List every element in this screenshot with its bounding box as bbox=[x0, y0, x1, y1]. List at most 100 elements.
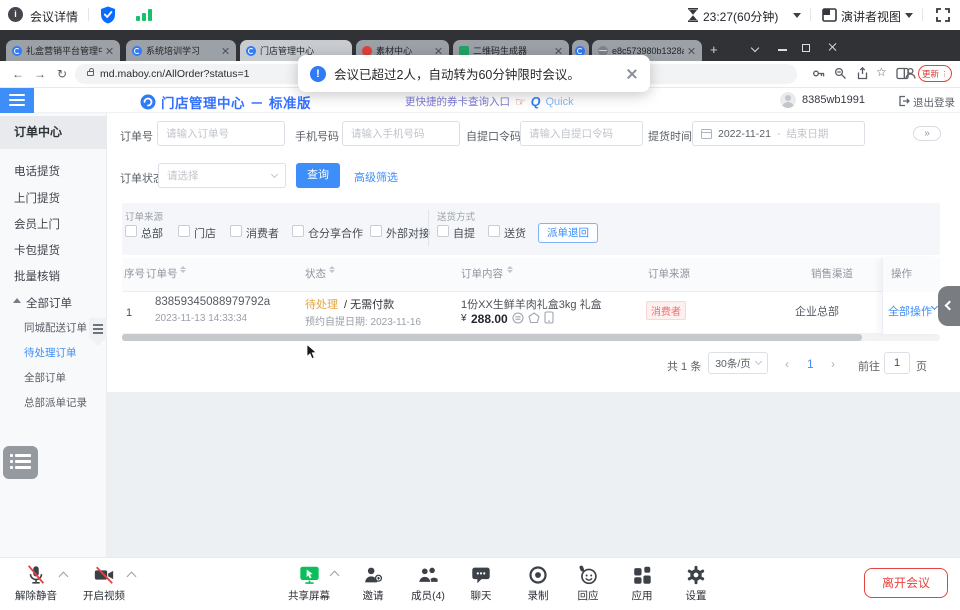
sidebar-item-hq-dispatch-log[interactable]: 总部派单记录 bbox=[24, 395, 87, 410]
checkbox-consumer-label[interactable]: 消费者 bbox=[246, 225, 279, 241]
col-status[interactable]: 状态 bbox=[305, 266, 326, 281]
sidebar-item-card-pickup[interactable]: 卡包提货 bbox=[14, 242, 60, 258]
tab-close-icon[interactable] bbox=[222, 47, 230, 55]
view-layout-icon[interactable] bbox=[822, 8, 837, 22]
reload-icon[interactable]: ↻ bbox=[57, 67, 67, 81]
lock-icon[interactable] bbox=[87, 71, 94, 76]
sidebar-group-all-orders[interactable]: 全部订单 bbox=[26, 295, 72, 311]
meeting-timer[interactable]: 23:27(60分钟) bbox=[703, 8, 778, 25]
network-signal-icon[interactable] bbox=[136, 8, 156, 21]
sidebar-item-pending-orders[interactable]: 待处理订单 bbox=[24, 345, 77, 360]
checkbox-delivery-label[interactable]: 送货 bbox=[504, 225, 526, 241]
pickup-code-input[interactable] bbox=[520, 121, 643, 146]
advanced-filter-link[interactable]: 高级筛选 bbox=[354, 169, 398, 185]
tab-close-icon[interactable] bbox=[106, 47, 114, 55]
tab-search-icon[interactable] bbox=[751, 44, 759, 52]
checkbox-delivery[interactable] bbox=[488, 225, 500, 237]
tab-close-icon[interactable] bbox=[555, 47, 563, 55]
quick-link-text[interactable]: 更快捷的券卡查询入口 bbox=[405, 94, 510, 109]
timer-dropdown-icon[interactable] bbox=[793, 13, 801, 18]
dispatch-return-button[interactable]: 派单退回 bbox=[538, 223, 598, 243]
toast-close-icon[interactable] bbox=[626, 68, 638, 80]
chat-button[interactable]: 聊天 bbox=[451, 563, 511, 603]
browser-tab-1[interactable]: 礼盒营销平台管理中心 bbox=[6, 40, 120, 61]
checkbox-warehouse-share-label[interactable]: 仓分享合作 bbox=[308, 225, 363, 241]
checkbox-self-pickup[interactable] bbox=[437, 225, 449, 237]
password-key-icon[interactable] bbox=[812, 67, 825, 80]
col-order-no[interactable]: 订单号 bbox=[146, 266, 178, 281]
table-scrollbar[interactable] bbox=[122, 334, 940, 341]
url-text[interactable]: md.maboy.cn/AllOrder?status=1 bbox=[100, 68, 250, 80]
view-dropdown-icon[interactable] bbox=[905, 13, 913, 18]
checkbox-consumer[interactable] bbox=[230, 225, 242, 237]
sidebar-item-batch-verify[interactable]: 批量核销 bbox=[14, 268, 60, 284]
profile-icon[interactable] bbox=[904, 67, 917, 80]
checkbox-external[interactable] bbox=[370, 225, 382, 237]
window-minimize-icon[interactable] bbox=[778, 49, 787, 51]
search-button[interactable]: 查询 bbox=[296, 163, 340, 188]
row-action-dropdown[interactable]: 全部操作 bbox=[888, 303, 932, 319]
settings-button[interactable]: 设置 bbox=[666, 563, 726, 603]
scrollbar-thumb[interactable] bbox=[122, 334, 862, 341]
share-screen-button[interactable]: 共享屏幕 bbox=[279, 563, 339, 603]
goto-page-input[interactable] bbox=[884, 352, 910, 374]
sort-icon[interactable] bbox=[507, 266, 513, 273]
security-shield-icon[interactable] bbox=[100, 6, 116, 24]
checkbox-store-label[interactable]: 门店 bbox=[194, 225, 216, 241]
sidebar-item-phone-pickup[interactable]: 电话提货 bbox=[14, 163, 60, 179]
quick-entry[interactable]: 更快捷的券卡查询入口 ☞ Q Quick bbox=[405, 94, 574, 109]
zoom-icon[interactable] bbox=[834, 67, 847, 80]
receipt-icon[interactable] bbox=[512, 312, 524, 324]
sidebar-item-door-pickup[interactable]: 上门提货 bbox=[14, 190, 60, 206]
checkbox-external-label[interactable]: 外部对接 bbox=[386, 225, 430, 241]
col-content[interactable]: 订单内容 bbox=[461, 266, 503, 281]
order-status-select[interactable]: 请选择 bbox=[158, 163, 286, 188]
forward-icon[interactable]: → bbox=[34, 67, 46, 81]
group-expand-icon[interactable] bbox=[13, 298, 21, 303]
logout-label[interactable]: 退出登录 bbox=[913, 95, 955, 110]
menu-toggle-button[interactable] bbox=[0, 88, 34, 113]
video-button[interactable]: 开启视频 bbox=[74, 563, 134, 603]
sort-icon[interactable] bbox=[329, 266, 335, 273]
sidebar-item-all-orders[interactable]: 全部订单 bbox=[24, 370, 66, 385]
meeting-info-icon[interactable]: i bbox=[8, 7, 23, 22]
tab-close-icon[interactable] bbox=[688, 47, 696, 55]
browser-update-button[interactable]: 更新 ⋮ bbox=[918, 65, 952, 82]
sidebar-item-member-visit[interactable]: 会员上门 bbox=[14, 216, 60, 232]
date-range-picker[interactable]: 2022-11-21 - 结束日期 bbox=[692, 121, 865, 146]
window-close-icon[interactable] bbox=[828, 42, 837, 51]
sidebar-section-order-center[interactable]: 订单中心 bbox=[0, 116, 107, 149]
checkbox-warehouse-share[interactable] bbox=[292, 225, 304, 237]
phone-icon[interactable] bbox=[544, 311, 554, 324]
new-tab-icon[interactable]: + bbox=[710, 42, 718, 57]
meeting-detail-label[interactable]: 会议详情 bbox=[30, 8, 78, 25]
current-page[interactable]: 1 bbox=[807, 357, 814, 371]
checkbox-hq[interactable] bbox=[125, 225, 137, 237]
logout-icon[interactable] bbox=[898, 95, 910, 107]
mute-button[interactable]: 解除静音 bbox=[6, 563, 66, 603]
sidebar-item-city-delivery[interactable]: 同城配送订单 bbox=[24, 320, 87, 335]
prev-page-button[interactable]: ‹ bbox=[785, 357, 789, 371]
order-no-input[interactable] bbox=[157, 121, 285, 146]
gift-tag-icon[interactable] bbox=[528, 312, 540, 324]
view-mode-label[interactable]: 演讲者视图 bbox=[841, 8, 901, 25]
back-icon[interactable]: ← bbox=[12, 67, 24, 81]
sort-icon[interactable] bbox=[180, 266, 186, 273]
floating-list-button[interactable] bbox=[3, 446, 38, 479]
checkbox-store[interactable] bbox=[178, 225, 190, 237]
date-start-value[interactable]: 2022-11-21 bbox=[718, 128, 771, 140]
phone-input[interactable] bbox=[342, 121, 460, 146]
leave-meeting-button[interactable]: 离开会议 bbox=[864, 568, 948, 598]
browser-tab-2[interactable]: 系统培训学习 bbox=[126, 40, 236, 61]
fullscreen-icon[interactable] bbox=[936, 8, 950, 22]
page-size-select[interactable]: 30条/页 bbox=[708, 352, 768, 374]
checkbox-self-pickup-label[interactable]: 自提 bbox=[453, 225, 475, 241]
right-panel-handle[interactable] bbox=[938, 286, 960, 326]
user-avatar[interactable] bbox=[780, 92, 796, 108]
date-end-placeholder[interactable]: 结束日期 bbox=[786, 126, 828, 141]
share-icon[interactable] bbox=[856, 67, 869, 80]
bookmark-star-icon[interactable]: ☆ bbox=[876, 65, 887, 79]
checkbox-hq-label[interactable]: 总部 bbox=[141, 225, 163, 241]
next-page-button[interactable]: › bbox=[831, 357, 835, 371]
invite-button[interactable]: 邀请 bbox=[343, 563, 403, 603]
